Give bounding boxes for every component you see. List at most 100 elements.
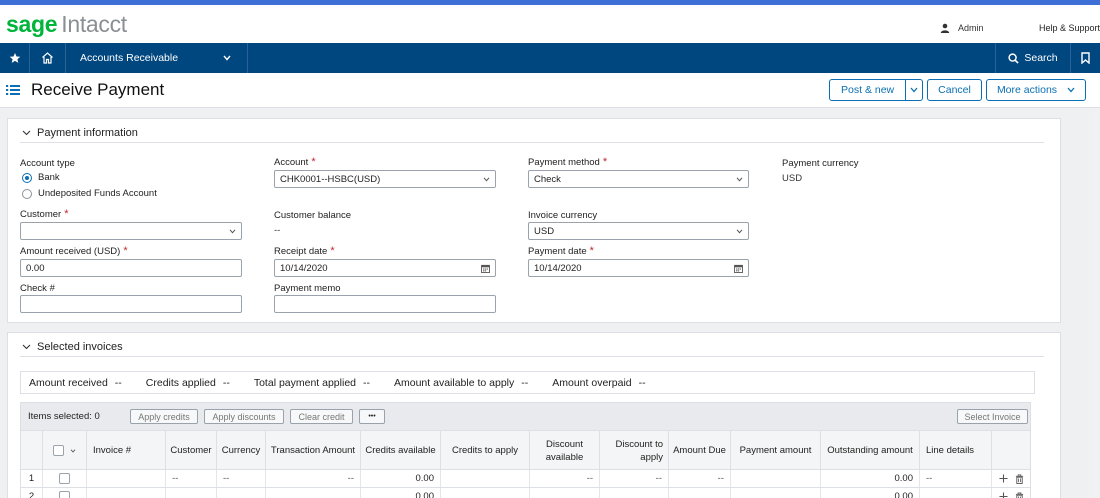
chevron-down-icon[interactable] [70, 448, 76, 453]
summary-label: Amount received [29, 376, 108, 389]
home-icon [42, 52, 53, 64]
home-button[interactable] [30, 43, 66, 73]
favorites-button[interactable] [0, 43, 30, 73]
search-label: Search [1024, 52, 1058, 64]
customer-select[interactable] [20, 222, 242, 240]
calendar-icon[interactable] [481, 264, 490, 273]
col-line-details[interactable]: Line details [920, 431, 992, 470]
row-checkbox[interactable] [59, 473, 70, 484]
user-menu[interactable]: Admin [940, 23, 984, 33]
module-menu-label: Accounts Receivable [80, 52, 179, 64]
payment-memo-label: Payment memo [274, 283, 341, 294]
radio-button[interactable] [22, 188, 32, 199]
check-number-input[interactable] [20, 295, 242, 313]
list-menu-icon[interactable] [6, 84, 20, 96]
cell-transaction-amount: -- [266, 470, 361, 487]
invoice-currency-value: USD [534, 225, 555, 237]
cell-discount-available [530, 488, 600, 498]
col-invoice-number[interactable]: Invoice # [87, 431, 166, 470]
col-discount-to-apply[interactable]: Discount to apply [600, 431, 669, 470]
selected-invoices-toggle[interactable]: Selected invoices [22, 341, 123, 353]
apply-credits-button[interactable]: Apply credits [130, 409, 198, 424]
row-select-cell[interactable] [43, 470, 87, 487]
summary-total-payment-applied: Total payment applied -- [254, 377, 370, 389]
invoice-currency-select[interactable]: USD [528, 222, 749, 240]
account-label-text: Account [274, 157, 309, 168]
payment-method-value: Check [534, 173, 561, 185]
trash-icon[interactable] [1015, 492, 1024, 498]
customer-balance-label: Customer balance [274, 210, 352, 221]
summary-value: -- [521, 376, 529, 389]
check-number-label: Check # [20, 283, 55, 294]
search-button[interactable]: Search [995, 43, 1071, 73]
receipt-date-input[interactable]: 10/14/2020 [274, 259, 496, 277]
cell-amount-due: -- [669, 470, 731, 487]
summary-credits-applied: Credits applied -- [146, 377, 230, 389]
row-checkbox[interactable] [59, 491, 70, 498]
col-outstanding-amount[interactable]: Outstanding amount [821, 431, 920, 470]
payment-date-input[interactable]: 10/14/2020 [528, 259, 749, 277]
cell-amount-due [669, 488, 731, 498]
bookmark-button[interactable] [1071, 43, 1100, 73]
col-currency[interactable]: Currency [217, 431, 266, 470]
col-transaction-amount[interactable]: Transaction Amount [266, 431, 361, 470]
post-options-dropdown[interactable] [905, 80, 922, 100]
payment-date-label-text: Payment date [528, 246, 587, 257]
cell-payment-amount[interactable] [731, 488, 821, 498]
select-invoice-button[interactable]: Select Invoice [957, 409, 1028, 424]
help-support-link[interactable]: Help & Support [1039, 23, 1100, 33]
invoice-currency-label: Invoice currency [528, 210, 598, 221]
select-all-header[interactable] [43, 431, 87, 470]
module-menu-accounts-receivable[interactable]: Accounts Receivable [66, 43, 248, 73]
clear-credit-button[interactable]: Clear credit [290, 409, 353, 424]
section-title: Selected invoices [37, 341, 123, 353]
required-mark: * [123, 245, 128, 257]
summary-label: Credits applied [145, 376, 216, 389]
summary-amount-available: Amount available to apply -- [394, 377, 528, 389]
cell-outstanding-amount: 0.00 [821, 488, 920, 498]
col-credits-to-apply[interactable]: Credits to apply [441, 431, 530, 470]
more-actions-button[interactable]: More actions [986, 79, 1086, 101]
col-discount-available[interactable]: Discount available [530, 431, 600, 470]
sage-intacct-logo[interactable]: sage Intacct [6, 11, 127, 37]
cell-discount-to-apply[interactable] [600, 488, 669, 498]
page-scrollbar[interactable] [1089, 108, 1100, 498]
radio-button-selected[interactable] [22, 172, 32, 183]
payment-memo-input[interactable] [274, 295, 496, 313]
add-row-icon[interactable] [999, 474, 1008, 483]
cell-invoice-number[interactable] [87, 488, 166, 498]
payment-method-select[interactable]: Check [528, 170, 749, 188]
col-credits-available[interactable]: Credits available [361, 431, 441, 470]
cell-line-details[interactable]: -- [920, 470, 992, 487]
col-payment-amount[interactable]: Payment amount [731, 431, 821, 470]
amount-received-label: Amount received (USD) * [20, 245, 128, 257]
cell-invoice-number[interactable] [87, 470, 166, 487]
trash-icon[interactable] [1015, 474, 1024, 484]
cell-credits-to-apply[interactable] [441, 470, 530, 487]
apply-discounts-button[interactable]: Apply discounts [204, 409, 284, 424]
summary-amount-received: Amount received -- [29, 377, 122, 389]
cell-credits-to-apply[interactable] [441, 488, 530, 498]
col-customer[interactable]: Customer [166, 431, 217, 470]
radio-bank[interactable]: Bank [22, 172, 60, 183]
cell-line-details[interactable] [920, 488, 992, 498]
add-row-icon[interactable] [999, 492, 1008, 498]
page-title-bar: Receive Payment Post & new Cancel More a… [0, 73, 1100, 108]
select-all-checkbox[interactable] [53, 445, 64, 456]
summary-label: Amount overpaid [552, 376, 632, 389]
cell-payment-amount[interactable] [731, 470, 821, 487]
amount-received-input[interactable]: 0.00 [20, 259, 242, 277]
row-select-cell[interactable] [43, 488, 87, 498]
payment-information-toggle[interactable]: Payment information [22, 127, 138, 139]
cell-outstanding-amount: 0.00 [821, 470, 920, 487]
more-options-button[interactable]: ••• [359, 409, 385, 424]
col-amount-due[interactable]: Amount Due [669, 431, 731, 470]
cancel-button[interactable]: Cancel [927, 79, 982, 101]
calendar-icon[interactable] [734, 264, 743, 273]
account-select[interactable]: CHK0001--HSBC(USD) [274, 170, 496, 188]
radio-undeposited-funds[interactable]: Undeposited Funds Account [22, 188, 157, 199]
cell-credits-available: 0.00 [361, 470, 441, 487]
post-and-new-button[interactable]: Post & new [829, 79, 923, 101]
star-icon [9, 53, 20, 63]
cell-discount-to-apply[interactable]: -- [600, 470, 669, 487]
